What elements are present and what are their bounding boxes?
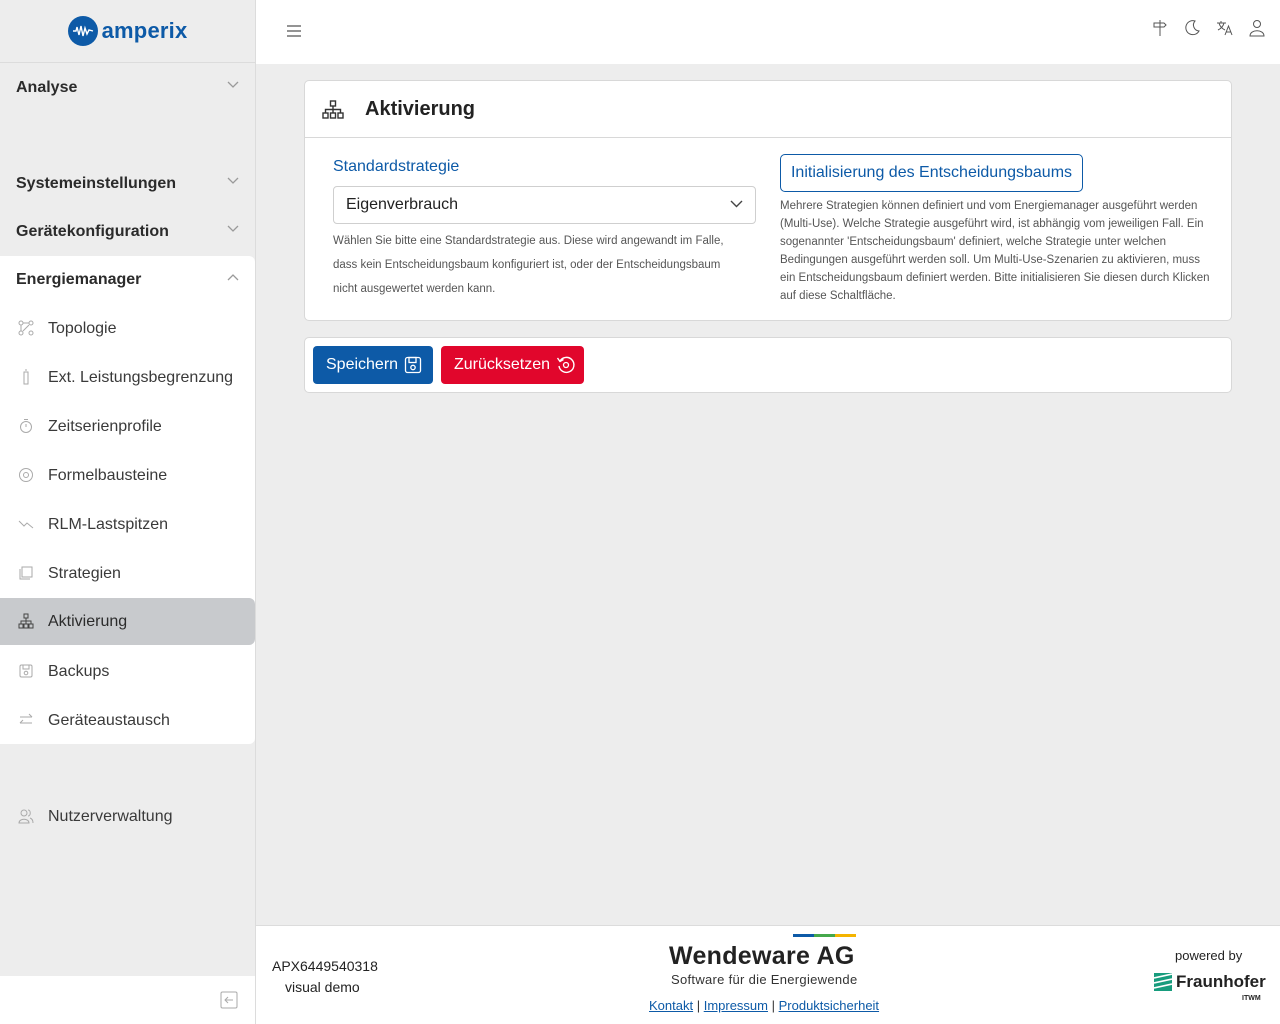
sidebar-item-label: Backups bbox=[48, 662, 110, 680]
energiemanager-panel: Energiemanager Topologie Ext. Leistungsb… bbox=[0, 256, 255, 744]
section-label: Gerätekonfiguration bbox=[16, 223, 169, 240]
collapse-sidebar-icon bbox=[220, 991, 238, 1009]
language-icon[interactable] bbox=[1216, 19, 1234, 37]
sidebar-section-energiemanager[interactable]: Energiemanager bbox=[0, 256, 255, 304]
sidebar-item-backups[interactable]: Backups bbox=[0, 648, 255, 695]
chevron-up-icon bbox=[227, 274, 239, 281]
sidebar-item-label: RLM-Lastspitzen bbox=[48, 515, 169, 533]
impressum-link[interactable]: Impressum bbox=[704, 998, 768, 1013]
battery-icon bbox=[23, 369, 29, 385]
stack-icon bbox=[19, 566, 33, 580]
footer-links: Kontakt | Impressum | Produktsicherheit bbox=[649, 998, 880, 1013]
save-icon bbox=[404, 356, 422, 374]
save-button-label: Speichern bbox=[326, 356, 399, 373]
sidebar: amperix Analyse Systemeinstellungen Gerä… bbox=[0, 0, 256, 1024]
actions-card: Speichern Zurücksetzen bbox=[304, 337, 1232, 393]
menu-icon[interactable] bbox=[286, 24, 302, 38]
sidebar-section-systemeinstellungen[interactable]: Systemeinstellungen bbox=[0, 160, 255, 208]
device-mode: visual demo bbox=[285, 979, 360, 995]
sidebar-item-strategien[interactable]: Strategien bbox=[0, 550, 255, 597]
section-label: Analyse bbox=[16, 79, 78, 96]
section-label: Energiemanager bbox=[16, 271, 142, 288]
kontakt-link[interactable]: Kontakt bbox=[649, 998, 693, 1013]
sidebar-item-zeitserienprofile[interactable]: Zeitserienprofile bbox=[0, 403, 255, 450]
moon-icon[interactable] bbox=[1183, 19, 1201, 37]
sidebar-item-label: Aktivierung bbox=[48, 612, 128, 630]
app-logo-text: amperix bbox=[101, 18, 188, 43]
hierarchy-icon bbox=[322, 100, 344, 119]
footer: APX6449540318 visual demo Wendeware AG S… bbox=[256, 925, 1280, 1024]
amperix-logo-icon bbox=[67, 16, 98, 46]
sidebar-item-geraeteaustausch[interactable]: Geräteaustausch bbox=[0, 697, 255, 744]
produktsicherheit-link[interactable]: Produktsicherheit bbox=[779, 998, 879, 1013]
card-header: Aktivierung bbox=[305, 81, 1231, 138]
decision-tree-help-text: Mehrere Strategien können definiert und … bbox=[780, 200, 1210, 302]
section-label: Systemeinstellungen bbox=[16, 175, 177, 192]
partner-name: Fraunhofer bbox=[1176, 972, 1266, 991]
swap-icon bbox=[19, 713, 33, 724]
activation-card: Aktivierung Standardstrategie Eigenverbr… bbox=[304, 80, 1232, 321]
save-icon bbox=[19, 664, 33, 678]
standardstrategie-label: Standardstrategie bbox=[333, 158, 460, 175]
app-logo[interactable]: amperix bbox=[0, 0, 255, 63]
sidebar-item-topologie[interactable]: Topologie bbox=[0, 305, 255, 352]
sidebar-item-rlm-lastspitzen[interactable]: RLM-Lastspitzen bbox=[0, 501, 255, 548]
sidebar-item-label: Ext. Leistungsbegrenzung bbox=[48, 368, 234, 386]
select-value: Eigenverbrauch bbox=[346, 196, 459, 213]
company-tagline: Software für die Energiewende bbox=[671, 972, 858, 987]
sidebar-item-label: Zeitserienprofile bbox=[48, 417, 162, 435]
topbar bbox=[256, 0, 1280, 64]
users-icon bbox=[18, 809, 34, 824]
partner-sub: ITWM bbox=[1242, 995, 1261, 1002]
sidebar-section-analyse[interactable]: Analyse bbox=[0, 64, 255, 112]
reset-button-label: Zurücksetzen bbox=[454, 356, 551, 373]
user-icon[interactable] bbox=[1248, 19, 1266, 37]
sidebar-item-label: Nutzerverwaltung bbox=[48, 807, 173, 825]
fraunhofer-mark-icon bbox=[1154, 973, 1172, 991]
sidebar-section-geraetekonfiguration[interactable]: Gerätekonfiguration bbox=[0, 208, 255, 256]
sidebar-item-aktivierung[interactable]: Aktivierung bbox=[0, 598, 255, 645]
company-name: Wendeware AG bbox=[669, 942, 855, 970]
sidebar-item-label: Formelbausteine bbox=[48, 466, 168, 484]
device-id: APX6449540318 bbox=[272, 958, 378, 974]
timer-icon bbox=[20, 419, 32, 433]
sidebar-item-ext-leistungsbegrenzung[interactable]: Ext. Leistungsbegrenzung bbox=[0, 354, 255, 401]
hierarchy-icon bbox=[18, 613, 34, 629]
wendeware-color-bars bbox=[793, 934, 856, 937]
standardstrategie-help-text: Wählen Sie bitte eine Standardstrategie … bbox=[333, 235, 724, 295]
chevron-down-icon bbox=[227, 81, 239, 88]
sidebar-item-label: Geräteaustausch bbox=[48, 711, 170, 729]
signpost-icon[interactable] bbox=[1151, 19, 1169, 37]
powered-by-text: powered by bbox=[1175, 948, 1243, 963]
sidebar-item-nutzerverwaltung[interactable]: Nutzerverwaltung bbox=[0, 793, 255, 840]
at-icon bbox=[19, 468, 33, 482]
sidebar-collapse-button[interactable] bbox=[0, 976, 255, 1024]
init-decision-tree-button[interactable]: Initialisierung des Entscheidungsbaums bbox=[780, 154, 1083, 192]
sidebar-item-formelbausteine[interactable]: Formelbausteine bbox=[0, 452, 255, 499]
standardstrategie-select[interactable]: Eigenverbrauch bbox=[333, 186, 756, 224]
save-button[interactable]: Speichern bbox=[313, 346, 433, 384]
trend-icon bbox=[18, 520, 34, 529]
sidebar-item-label: Strategien bbox=[48, 564, 121, 582]
chevron-down-icon bbox=[227, 177, 239, 184]
topology-icon bbox=[18, 320, 34, 336]
reset-button[interactable]: Zurücksetzen bbox=[441, 346, 584, 384]
chevron-down-icon bbox=[227, 225, 239, 232]
sidebar-item-label: Topologie bbox=[48, 319, 117, 337]
chevron-down-icon bbox=[730, 200, 743, 208]
reset-icon bbox=[556, 356, 575, 374]
page-title: Aktivierung bbox=[365, 97, 476, 120]
fraunhofer-logo: Fraunhofer bbox=[1154, 972, 1266, 992]
